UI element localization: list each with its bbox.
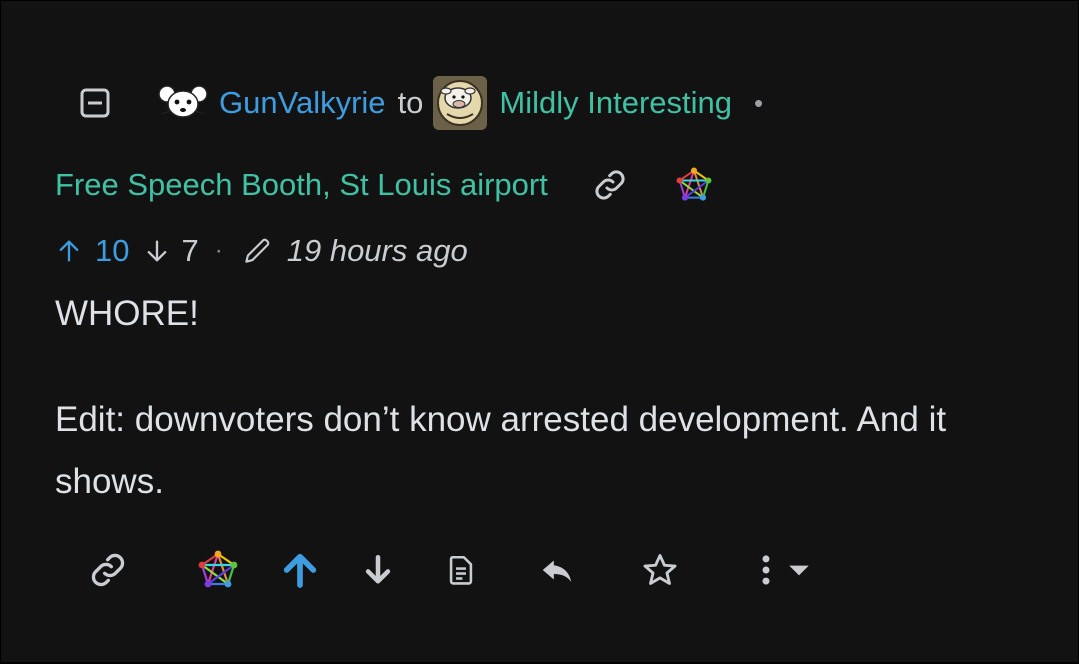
downvote-arrow-icon bbox=[365, 554, 391, 584]
view-source-button[interactable] bbox=[441, 545, 481, 595]
star-icon bbox=[643, 554, 677, 585]
view-source-icon bbox=[449, 555, 473, 585]
community-avatar[interactable] bbox=[433, 76, 488, 130]
fediverse-icon bbox=[676, 167, 712, 201]
header-separator: • bbox=[754, 87, 764, 118]
vote-meta: 10 7 · 19 hours ago bbox=[55, 227, 468, 275]
post-title-link[interactable]: Free Speech Booth, St Louis airport bbox=[55, 167, 548, 203]
fediverse-icon bbox=[198, 550, 238, 588]
comment-action-bar bbox=[1, 545, 1078, 595]
downvote-button[interactable] bbox=[358, 545, 398, 595]
collapse-button[interactable] bbox=[79, 87, 111, 119]
upvote-button[interactable] bbox=[278, 545, 322, 595]
more-options-button[interactable] bbox=[749, 545, 819, 595]
community-name[interactable]: Mildly Interesting bbox=[499, 85, 732, 121]
comment-paragraph: Edit: downvoters don’t know arrested dev… bbox=[55, 400, 947, 501]
fediverse-link-button[interactable] bbox=[195, 545, 241, 595]
link-icon bbox=[595, 170, 625, 200]
comment-header: GunValkyrie to Mildly Interesting • bbox=[79, 76, 764, 130]
arrow-down-icon bbox=[148, 240, 167, 262]
meta-separator: · bbox=[214, 237, 223, 264]
collapse-minus-icon bbox=[80, 88, 110, 118]
cow-avatar-icon bbox=[433, 76, 488, 130]
reply-icon bbox=[542, 560, 572, 582]
downvote-count: 7 bbox=[181, 233, 199, 268]
mouse-avatar-icon bbox=[158, 85, 208, 118]
author-avatar[interactable] bbox=[157, 81, 209, 125]
downvote-score[interactable]: 7 bbox=[143, 233, 199, 269]
comment-card: GunValkyrie to Mildly Interesting • Free… bbox=[1, 1, 1078, 662]
pencil-icon bbox=[245, 238, 270, 263]
upvote-arrow-icon bbox=[283, 553, 317, 588]
to-connector: to bbox=[397, 85, 424, 120]
post-fediverse-button[interactable] bbox=[674, 165, 714, 205]
reply-button[interactable] bbox=[535, 545, 579, 595]
caret-down-icon bbox=[789, 565, 809, 576]
comment-paragraph: WHORE! bbox=[55, 294, 199, 333]
timestamp-text: 19 hours ago bbox=[286, 233, 468, 268]
link-icon bbox=[91, 553, 125, 587]
comment-body: WHORE! Edit: downvoters don’t know arres… bbox=[55, 283, 1045, 513]
timestamp: 19 hours ago bbox=[241, 233, 468, 269]
more-vertical-icon bbox=[762, 555, 770, 585]
author-username[interactable]: GunValkyrie bbox=[219, 85, 386, 121]
post-reference: Free Speech Booth, St Louis airport bbox=[55, 159, 714, 211]
save-star-button[interactable] bbox=[638, 545, 682, 595]
upvote-score[interactable]: 10 bbox=[55, 233, 129, 269]
post-link-button[interactable] bbox=[590, 165, 630, 205]
copy-link-button[interactable] bbox=[85, 545, 131, 595]
arrow-up-icon bbox=[59, 240, 79, 262]
upvote-count: 10 bbox=[95, 233, 130, 268]
